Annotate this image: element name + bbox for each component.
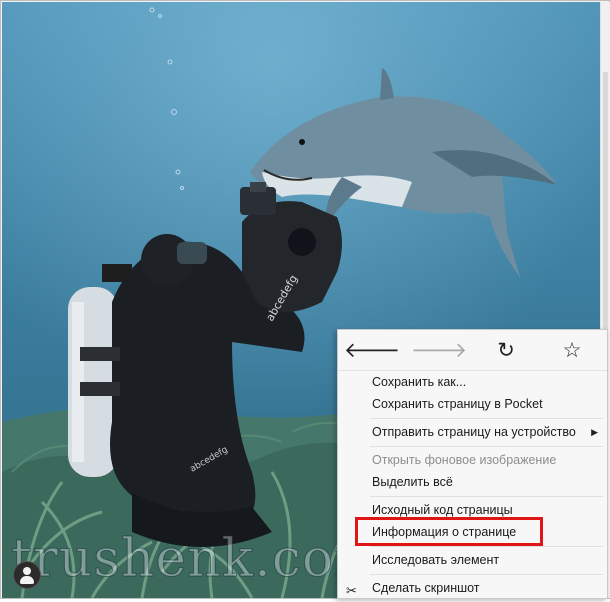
menu-separator: [370, 418, 603, 419]
reload-button[interactable]: ↻: [488, 335, 524, 365]
menu-item-send-page-to-device[interactable]: Отправить страницу на устройство ▶: [338, 421, 607, 443]
menu-item-inspect-element[interactable]: Исследовать элемент: [338, 549, 607, 571]
arrow-left-icon: 🡐: [343, 338, 401, 362]
context-menu: 🡐 🡒 ↻ ☆ Сохранить как... Сохранить стран…: [337, 329, 608, 599]
arrow-right-icon: 🡒: [410, 338, 468, 362]
scrollbar-thumb[interactable]: [603, 72, 608, 372]
page-info-highlight-box: [355, 517, 543, 546]
menu-separator: [370, 574, 603, 575]
menu-item-take-screenshot[interactable]: ✂ Сделать скриншот: [338, 577, 607, 599]
context-menu-nav-row: 🡐 🡒 ↻ ☆: [338, 330, 607, 371]
forward-button[interactable]: 🡒: [411, 335, 467, 365]
menu-item-select-all[interactable]: Выделить всё: [338, 471, 607, 493]
back-button[interactable]: 🡐: [344, 335, 400, 365]
star-icon: ☆: [562, 338, 582, 362]
user-avatar-icon[interactable]: [13, 561, 41, 589]
menu-item-save-to-pocket[interactable]: Сохранить страницу в Pocket: [338, 393, 607, 415]
menu-separator: [370, 446, 603, 447]
menu-separator: [370, 496, 603, 497]
menu-item-label: Отправить страницу на устройство: [372, 425, 576, 439]
menu-item-label: Сделать скриншот: [372, 581, 480, 595]
menu-item-save-as[interactable]: Сохранить как...: [338, 371, 607, 393]
menu-separator: [370, 546, 603, 547]
reload-icon: ↻: [497, 338, 515, 362]
watermark-text: trushenk.com: [10, 529, 385, 590]
menu-item-open-background-image: Открыть фоновое изображение: [372, 453, 557, 467]
submenu-arrow-icon: ▶: [591, 427, 598, 437]
bookmark-button[interactable]: ☆: [554, 335, 590, 365]
